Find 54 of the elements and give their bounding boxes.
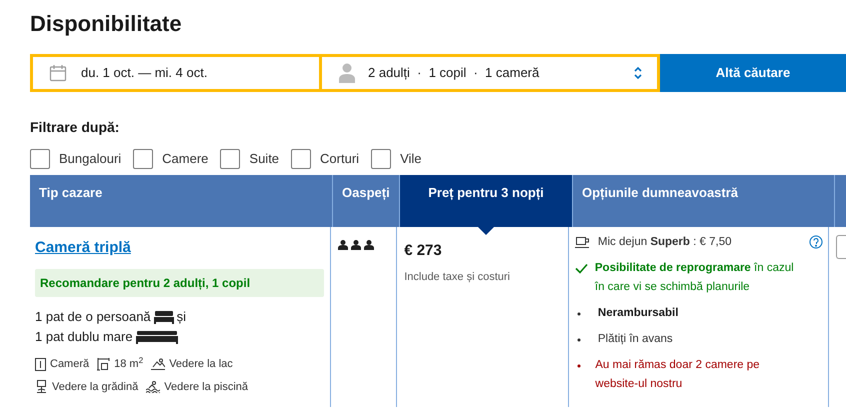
bed-text: 1 pat dublu mare: [35, 328, 133, 346]
check-icon: [574, 263, 588, 274]
person-icon: [338, 63, 356, 83]
guests-field[interactable]: 2 adulți · 1 copil · 1 cameră: [322, 54, 660, 92]
calendar-icon: [49, 64, 67, 82]
option-text: Mic dejun Superb : € 7,50: [598, 235, 732, 250]
select-field[interactable]: [836, 235, 846, 259]
door-icon: [35, 358, 46, 371]
landscape-icon: [151, 358, 166, 370]
filter-label: Filtrare după:: [30, 118, 120, 137]
guests-icon: [338, 240, 374, 250]
bullet-icon: [576, 312, 581, 316]
checkbox-label: Camere: [162, 150, 208, 168]
conjunction-text: și: [176, 308, 186, 326]
option-text: Nerambursabil: [598, 306, 680, 321]
header-pointer: [478, 227, 494, 235]
bullet-icon: [576, 338, 581, 342]
column-header[interactable]: Opțiunile dumneavoastră: [573, 175, 835, 227]
option-text: Plătiți în avans: [598, 332, 674, 347]
bed-text: 1 pat de o persoană: [35, 308, 151, 326]
checkbox[interactable]: [30, 149, 50, 169]
resize-icon: [97, 358, 110, 371]
search-button[interactable]: Altă căutare: [660, 54, 846, 92]
option-text: Au mai rămas doar 2 camere pe website-ul nostru: [595, 358, 761, 392]
checkbox-label: Vile: [400, 150, 422, 168]
date-field[interactable]: du. 1 oct. — mi. 4 oct.: [30, 54, 322, 92]
pool-icon: [146, 380, 160, 393]
bullet-icon: [576, 364, 581, 368]
checkbox[interactable]: [371, 149, 392, 169]
price-note: Include taxe și costuri: [404, 270, 511, 284]
recommendation-badge: Recomandare pentru 2 adulți, 1 copil: [35, 269, 324, 297]
checkbox[interactable]: [220, 149, 240, 169]
feature-text: 18 m$^{2}$: [114, 356, 144, 372]
column-header: [835, 175, 846, 227]
option-text: Posibilitate de reprogramare în cazul în care vi se schimbă planurile: [594, 261, 795, 295]
help-icon: [809, 235, 824, 249]
column-header[interactable]: Tip cazare: [30, 175, 333, 227]
page-title: Disponibilitate: [30, 10, 183, 38]
price-text: € 273: [404, 241, 443, 261]
column-header[interactable]: Oaspeți: [333, 175, 400, 227]
checkbox[interactable]: [133, 149, 154, 169]
checkbox-label: Suite: [249, 150, 280, 168]
feature-text: Vedere la lac: [169, 357, 233, 372]
bed-icon: [136, 330, 178, 344]
feature-text: Vedere la piscină: [164, 380, 248, 394]
feature-text: Cameră: [50, 357, 90, 372]
checkbox-label: Bungalouri: [59, 150, 122, 168]
checkbox[interactable]: [291, 149, 312, 169]
checkbox-label: Corturi: [320, 150, 360, 168]
feature-text: Vedere la grădină: [52, 380, 138, 394]
stepper-icon: [633, 66, 643, 80]
room-link[interactable]: Cameră triplă: [35, 239, 131, 256]
bed-icon: [154, 310, 174, 324]
cup-icon: [574, 236, 590, 249]
